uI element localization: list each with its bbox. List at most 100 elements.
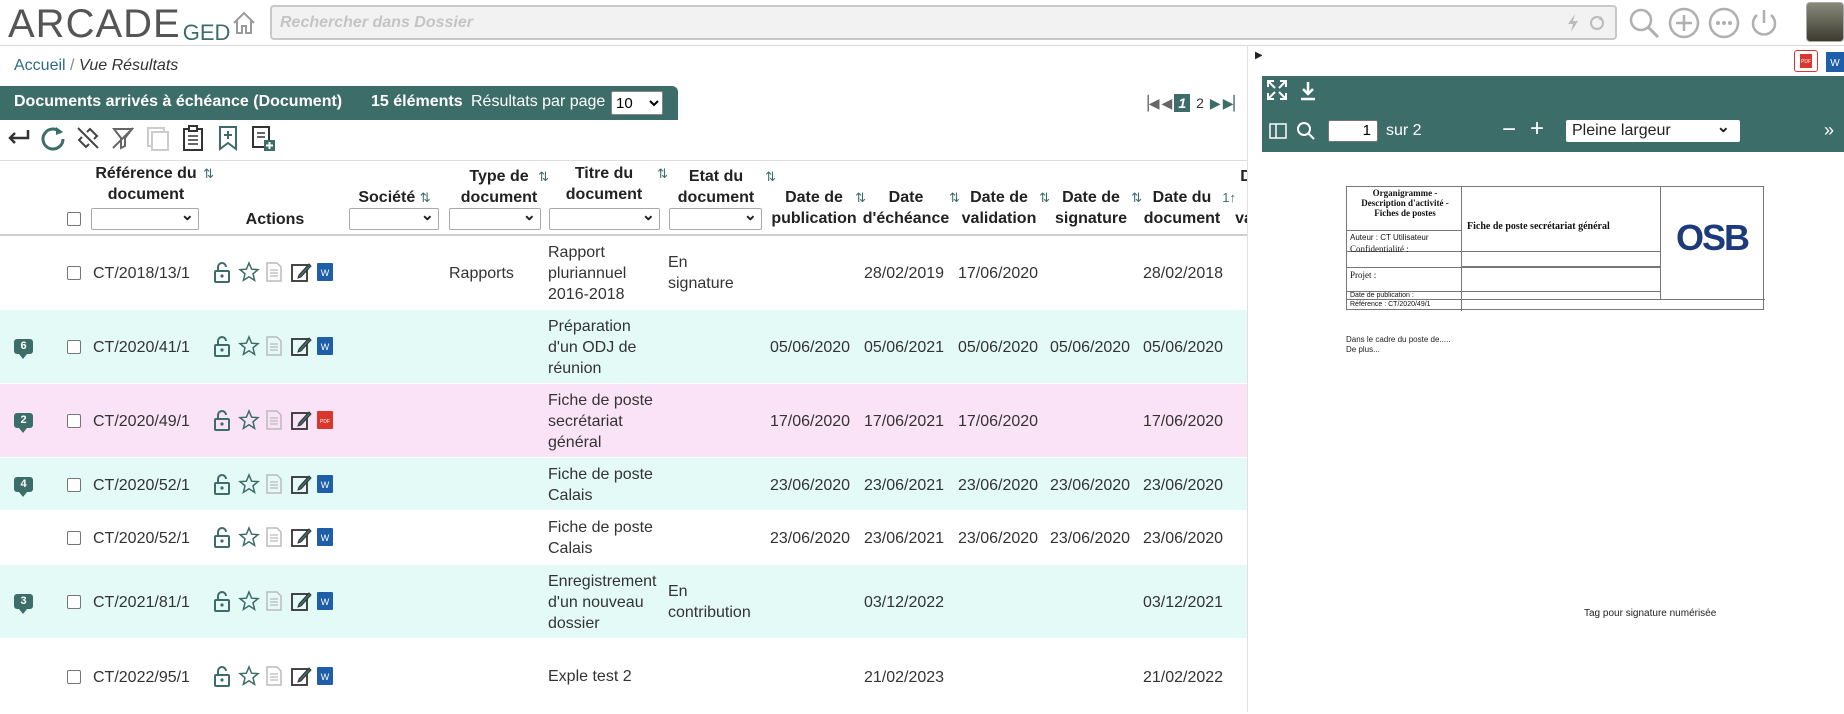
- filter-societe[interactable]: [349, 205, 439, 230]
- edit-icon[interactable]: [290, 409, 312, 431]
- page-2[interactable]: 2: [1192, 95, 1208, 111]
- cell-title-line[interactable]: Calais: [548, 538, 592, 559]
- cell-title-line[interactable]: Calais: [548, 485, 592, 506]
- filter-titre[interactable]: [549, 205, 660, 230]
- pane-splitter[interactable]: ▶: [1247, 46, 1263, 712]
- more-tools-icon[interactable]: »: [1824, 120, 1834, 141]
- refresh-icon[interactable]: [1587, 13, 1607, 38]
- page-1[interactable]: 1: [1174, 94, 1191, 112]
- edit-icon[interactable]: [290, 526, 312, 548]
- table-row[interactable]: 3 CT/2021/81/1 W Enregistrement d'un nouveau…: [0, 565, 1247, 639]
- col-header-publication[interactable]: Date de publication ⇅: [768, 187, 866, 229]
- col-header-validation[interactable]: Date de validation ⇅: [958, 187, 1050, 229]
- app-logo[interactable]: ARCADE GED: [8, 2, 230, 44]
- back-icon[interactable]: [4, 124, 32, 152]
- table-row[interactable]: 6 CT/2020/41/1 W Préparation d'un ODJ de réun…: [0, 310, 1247, 384]
- reload-icon[interactable]: [39, 124, 67, 152]
- document-add-icon[interactable]: [249, 124, 277, 152]
- word-file-icon[interactable]: W: [316, 665, 336, 687]
- col-header-titre[interactable]: Titre du document ⇅: [548, 163, 668, 205]
- document-lines-icon[interactable]: [264, 261, 284, 283]
- find-icon[interactable]: [1296, 121, 1316, 146]
- edit-icon[interactable]: [290, 590, 312, 612]
- document-lines-icon[interactable]: [264, 526, 284, 548]
- cell-title-line[interactable]: pluriannuel: [548, 263, 626, 284]
- cell-title-line[interactable]: dossier: [548, 613, 600, 634]
- per-page-select[interactable]: 10: [611, 91, 663, 115]
- cell-reference[interactable]: CT/2020/52/1: [93, 475, 190, 496]
- word-file-icon[interactable]: W: [316, 590, 336, 612]
- last-page-icon[interactable]: ▶▏: [1223, 95, 1245, 112]
- cell-title-line[interactable]: Fiche de poste: [548, 517, 653, 538]
- word-file-icon[interactable]: W: [316, 473, 336, 495]
- cell-title-line[interactable]: 2016-2018: [548, 284, 625, 305]
- cell-title-line[interactable]: secrétariat: [548, 411, 623, 432]
- edit-icon[interactable]: [290, 261, 312, 283]
- unlock-icon[interactable]: [212, 665, 232, 687]
- filter-type[interactable]: [449, 205, 541, 230]
- avatar[interactable]: [1806, 2, 1844, 42]
- document-lines-icon[interactable]: [264, 409, 284, 431]
- zoom-select[interactable]: Pleine largeur ⌄: [1566, 119, 1740, 142]
- zoom-out-icon[interactable]: −: [1502, 116, 1516, 144]
- table-row[interactable]: CT/2018/13/1 W Rapports Rapport pluriannuel 2…: [0, 236, 1247, 310]
- clear-filter-icon[interactable]: [109, 124, 137, 152]
- col-header-signature[interactable]: Date de signature ⇅: [1050, 187, 1142, 229]
- unlock-icon[interactable]: [212, 590, 232, 612]
- word-file-icon[interactable]: W: [316, 526, 336, 548]
- comment-count-badge[interactable]: 4: [14, 476, 33, 497]
- table-row[interactable]: 4 CT/2020/52/1 W Fiche de poste Calais 23/06/…: [0, 458, 1247, 511]
- bookmark-add-icon[interactable]: [214, 124, 242, 152]
- search-icon[interactable]: [1627, 6, 1661, 40]
- lightning-icon[interactable]: [1565, 13, 1581, 38]
- document-lines-icon[interactable]: [264, 590, 284, 612]
- download-icon[interactable]: [1298, 80, 1318, 107]
- cell-title-line[interactable]: réunion: [548, 358, 601, 379]
- row-checkbox[interactable]: [67, 266, 81, 280]
- row-checkbox[interactable]: [67, 531, 81, 545]
- cell-title-line[interactable]: général: [548, 432, 601, 453]
- col-header-reference[interactable]: Référence du document ⇅: [86, 163, 214, 205]
- col-header-etat[interactable]: Etat du document ⇅: [668, 166, 776, 208]
- home-icon[interactable]: [230, 9, 258, 37]
- edit-icon[interactable]: [290, 473, 312, 495]
- comment-count-badge[interactable]: 2: [14, 413, 33, 433]
- more-icon[interactable]: [1707, 6, 1741, 40]
- next-page-icon[interactable]: ▶: [1210, 95, 1221, 112]
- cell-title-line[interactable]: d'un nouveau: [548, 592, 644, 613]
- first-page-icon[interactable]: ▕◀: [1138, 95, 1160, 112]
- unlock-icon[interactable]: [212, 409, 232, 431]
- row-checkbox[interactable]: [67, 414, 81, 428]
- word-file-icon[interactable]: W: [316, 261, 336, 283]
- pdf-file-icon[interactable]: PDF: [316, 409, 336, 431]
- cell-title-line[interactable]: Fiche de poste: [548, 464, 653, 485]
- table-row[interactable]: CT/2022/95/1 W Exple test 2 21/02/2023 21/02…: [0, 639, 1247, 714]
- fullscreen-icon[interactable]: [1266, 79, 1288, 106]
- clipboard-icon[interactable]: [179, 124, 207, 152]
- star-icon[interactable]: [238, 664, 260, 687]
- word-file-icon[interactable]: W: [1826, 52, 1844, 72]
- table-row[interactable]: CT/2020/52/1 W Fiche de poste Calais 23/06/2…: [0, 511, 1247, 565]
- cell-reference[interactable]: CT/2022/95/1: [93, 667, 190, 688]
- cell-title-line[interactable]: d'un ODJ de: [548, 337, 636, 358]
- row-checkbox[interactable]: [67, 340, 81, 354]
- document-lines-icon[interactable]: [264, 473, 284, 495]
- cell-title-line[interactable]: Rapport: [548, 242, 605, 263]
- pdf-file-icon[interactable]: PDF: [1794, 50, 1818, 72]
- star-icon[interactable]: [238, 526, 260, 548]
- cell-reference[interactable]: CT/2020/52/1: [93, 528, 190, 549]
- unlink-icon[interactable]: [74, 124, 102, 152]
- unlock-icon[interactable]: [212, 335, 232, 357]
- sidebar-toggle-icon[interactable]: [1268, 121, 1288, 146]
- star-icon[interactable]: [238, 472, 260, 495]
- filter-etat[interactable]: [669, 205, 762, 230]
- document-lines-icon[interactable]: [264, 665, 284, 687]
- cell-title-line[interactable]: Fiche de poste: [548, 390, 653, 411]
- prev-page-icon[interactable]: ◀: [1162, 95, 1173, 112]
- add-icon[interactable]: [1667, 6, 1701, 40]
- filter-reference[interactable]: [91, 205, 199, 230]
- cell-reference[interactable]: CT/2020/41/1: [93, 337, 190, 358]
- cell-title-line[interactable]: Exple test 2: [548, 666, 632, 687]
- word-file-icon[interactable]: W: [316, 335, 336, 357]
- comment-count-badge[interactable]: 6: [14, 339, 33, 359]
